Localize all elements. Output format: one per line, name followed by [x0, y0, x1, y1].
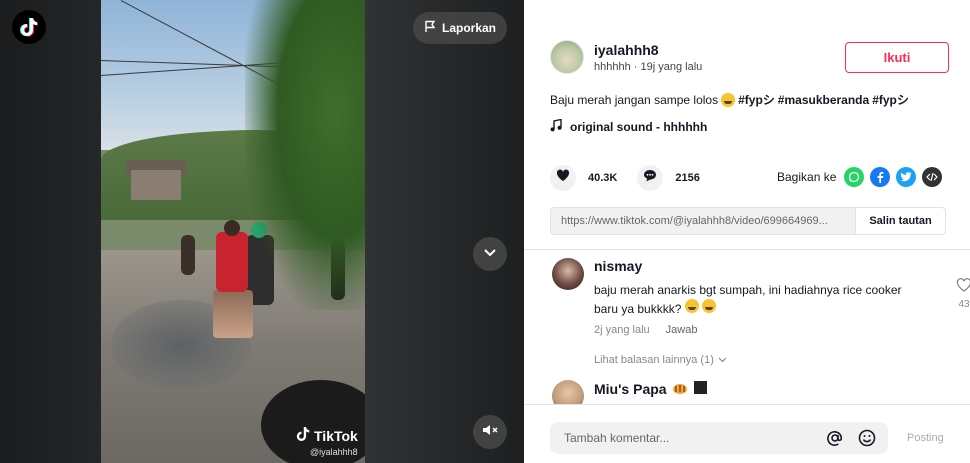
commenter-name[interactable]: nismay [594, 258, 924, 274]
chevron-down-icon [718, 354, 727, 366]
crying-laughing-emoji-icon [721, 92, 736, 107]
emoji-smile-icon[interactable] [856, 427, 878, 449]
hashtag-link[interactable]: #fypシ [872, 91, 909, 108]
author-display-name: hhhhhh [594, 60, 631, 73]
like-button[interactable] [550, 165, 576, 191]
next-video-button[interactable] [473, 237, 507, 271]
copy-link-button[interactable]: Salin tautan [855, 208, 945, 234]
video-caption: Baju merah jangan sampe lolos #fypシ #mas… [550, 91, 909, 108]
heart-outline-icon [956, 277, 970, 297]
comment-list[interactable]: nismay baju merah anarkis bgt sumpah, in… [524, 249, 970, 404]
post-time: 19j yang lalu [640, 60, 703, 73]
author-info[interactable]: iyalahhh8 hhhhhh · 19j yang lalu [550, 40, 702, 74]
watermark-username: @iyalahhh8 [310, 447, 358, 457]
video-pane[interactable]: Laporkan TikTok @iyalahhh8 [0, 0, 524, 463]
crying-laughing-emoji-icon [702, 299, 717, 313]
black-square-emoji-icon [693, 380, 708, 398]
whatsapp-icon[interactable] [844, 167, 865, 187]
reply-button[interactable]: Jawab [666, 324, 698, 336]
caption-text: Baju merah jangan sampe lolos [550, 92, 719, 107]
comment-input[interactable]: Tambah komentar... [550, 422, 888, 454]
tiktok-logo-icon[interactable] [12, 10, 46, 44]
view-more-replies[interactable]: Lihat balasan lainnya (1) [594, 354, 727, 366]
author-meta: hhhhhh · 19j yang lalu [594, 61, 702, 73]
video-link-box: https://www.tiktok.com/@iyalahhh8/video/… [550, 207, 946, 235]
comment-input-placeholder: Tambah komentar... [564, 431, 670, 445]
comment-meta: 2j yang lalu Jawab [594, 324, 924, 336]
mention-at-icon[interactable] [824, 427, 846, 449]
comment-count: 2156 [675, 172, 700, 184]
flag-icon [424, 20, 436, 36]
meta-separator: · [633, 60, 638, 73]
twitter-icon[interactable] [896, 167, 917, 187]
post-comment-button[interactable]: Posting [907, 432, 944, 444]
video-frame[interactable] [101, 0, 365, 463]
chevron-down-icon [483, 245, 497, 263]
sound-label: original sound - hhhhhh [570, 120, 708, 134]
mute-button[interactable] [473, 415, 507, 449]
hashtag-link[interactable]: #masukberanda [778, 93, 869, 107]
tiktok-note-icon [296, 426, 310, 445]
heart-icon [556, 169, 570, 187]
embed-code-icon[interactable] [922, 167, 943, 187]
commenter-name[interactable]: Miu's Papa [594, 381, 667, 397]
share-row: Bagikan ke [777, 167, 943, 187]
report-label: Laporkan [441, 21, 496, 35]
commenter-avatar[interactable] [552, 380, 584, 404]
tiger-emoji-icon [672, 381, 688, 398]
comment-like[interactable]: 43 [956, 277, 970, 310]
commenter-name-row: Miu's Papa [594, 380, 924, 398]
hashtag-link[interactable]: #fypシ [738, 91, 775, 108]
comment-text: baju merah anarkis bgt sumpah, ini hadia… [594, 283, 902, 316]
author-username[interactable]: iyalahhh8 [594, 42, 702, 58]
author-avatar[interactable] [550, 40, 584, 74]
details-panel: iyalahhh8 hhhhhh · 19j yang lalu Ikuti B… [524, 0, 970, 463]
tiktok-watermark: TikTok @iyalahhh8 [296, 426, 358, 457]
crying-laughing-emoji-icon [684, 299, 699, 313]
comment-time: 2j yang lalu [594, 324, 650, 336]
speaker-muted-icon [482, 423, 498, 442]
report-button[interactable]: Laporkan [413, 12, 507, 44]
music-note-icon [550, 118, 562, 135]
sound-link[interactable]: original sound - hhhhhh [550, 118, 708, 135]
commenter-avatar[interactable] [552, 258, 584, 290]
video-link-url[interactable]: https://www.tiktok.com/@iyalahhh8/video/… [551, 208, 855, 234]
comment-like-count: 43 [958, 299, 970, 310]
follow-button[interactable]: Ikuti [845, 42, 949, 73]
facebook-icon[interactable] [870, 167, 891, 187]
comment-button[interactable] [637, 165, 664, 191]
watermark-brand: TikTok [314, 427, 358, 444]
engagement-stats: 40.3K 2156 [550, 165, 708, 191]
like-count: 40.3K [588, 172, 618, 184]
share-label: Bagikan ke [777, 170, 837, 184]
comment-icon [643, 169, 657, 187]
comment-composer: Tambah komentar... Posting [524, 404, 970, 463]
